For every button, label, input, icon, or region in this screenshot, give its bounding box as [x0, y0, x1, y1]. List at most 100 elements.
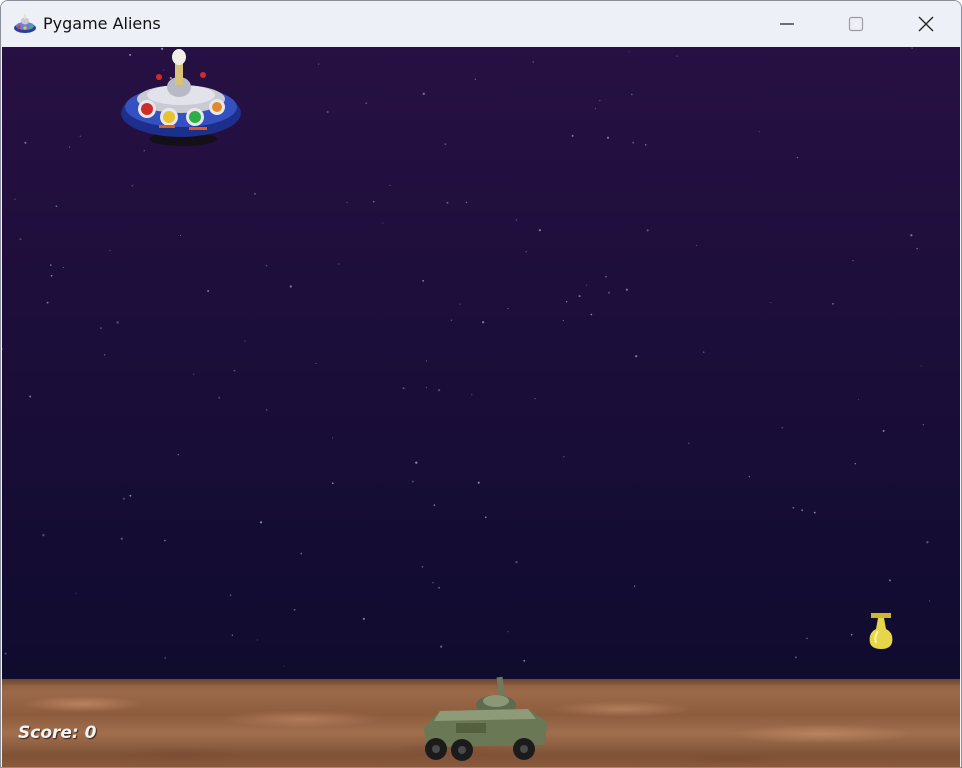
star	[632, 141, 635, 144]
star	[813, 511, 816, 514]
star	[120, 537, 123, 540]
star	[265, 264, 268, 267]
star	[748, 476, 750, 478]
star	[481, 321, 485, 324]
star	[801, 509, 804, 512]
alien-bomb	[869, 613, 893, 649]
star	[796, 156, 799, 159]
title-bar[interactable]: Pygame Aliens	[1, 1, 961, 47]
star	[411, 480, 414, 483]
star	[425, 387, 428, 389]
star	[19, 238, 22, 241]
star	[446, 201, 449, 204]
star	[315, 362, 317, 364]
star	[259, 521, 263, 524]
star	[62, 266, 65, 269]
star	[79, 135, 81, 137]
game-canvas[interactable]: Score: 0	[2, 47, 960, 767]
score-label: Score: 0	[18, 723, 97, 743]
star	[129, 494, 132, 497]
star	[244, 340, 246, 342]
star	[794, 656, 797, 659]
minimize-button[interactable]	[752, 1, 822, 47]
star	[792, 506, 795, 509]
star	[422, 92, 425, 95]
star	[415, 461, 418, 464]
star	[207, 290, 210, 292]
star	[703, 351, 705, 353]
star	[331, 482, 334, 485]
star	[599, 99, 601, 102]
star	[590, 313, 593, 316]
star	[346, 201, 348, 204]
star	[421, 565, 424, 568]
star	[253, 192, 257, 195]
star	[525, 251, 527, 253]
star	[628, 51, 630, 53]
star	[29, 395, 32, 398]
star	[910, 234, 913, 237]
star	[177, 454, 179, 456]
star	[103, 354, 106, 356]
player-tank	[424, 676, 548, 761]
star	[562, 455, 565, 458]
star	[2, 348, 3, 350]
star	[373, 201, 375, 203]
star	[362, 617, 365, 620]
star	[474, 78, 476, 80]
star	[432, 581, 434, 584]
star	[928, 600, 931, 602]
star	[422, 280, 424, 282]
star	[571, 134, 574, 137]
close-button[interactable]	[891, 1, 961, 47]
star	[922, 423, 925, 426]
star	[633, 585, 636, 587]
star	[389, 184, 391, 187]
star	[122, 497, 125, 500]
star	[605, 276, 607, 278]
star	[515, 219, 518, 221]
window-title: Pygame Aliens	[43, 14, 161, 33]
star	[916, 247, 918, 250]
star	[882, 429, 885, 432]
star	[515, 561, 518, 564]
star	[233, 369, 236, 372]
star	[55, 205, 58, 208]
star	[164, 657, 167, 659]
star	[507, 307, 509, 309]
maximize-icon	[848, 16, 864, 32]
star	[477, 481, 480, 484]
star	[585, 284, 588, 286]
star	[289, 285, 292, 288]
star	[116, 321, 119, 324]
star	[131, 184, 134, 187]
star	[433, 504, 436, 506]
star	[14, 198, 16, 200]
star	[625, 288, 628, 291]
star	[50, 264, 52, 266]
star	[854, 462, 857, 465]
star	[926, 541, 929, 544]
star	[109, 249, 111, 251]
star	[231, 634, 234, 636]
star	[532, 61, 535, 63]
star	[42, 534, 45, 537]
star	[50, 274, 53, 277]
star	[338, 263, 340, 265]
star	[646, 229, 649, 232]
star	[257, 639, 258, 641]
star	[781, 426, 784, 429]
star	[69, 146, 71, 148]
app-window: Pygame Aliens Score: 0	[0, 0, 962, 768]
star	[365, 102, 368, 104]
star	[218, 396, 221, 399]
star	[440, 645, 443, 648]
maximize-button[interactable]	[821, 1, 891, 47]
star	[99, 327, 102, 330]
star	[192, 373, 195, 375]
star	[75, 592, 77, 594]
star	[179, 234, 182, 237]
ufo-icon	[14, 14, 36, 33]
star	[326, 111, 329, 113]
star	[164, 539, 166, 542]
